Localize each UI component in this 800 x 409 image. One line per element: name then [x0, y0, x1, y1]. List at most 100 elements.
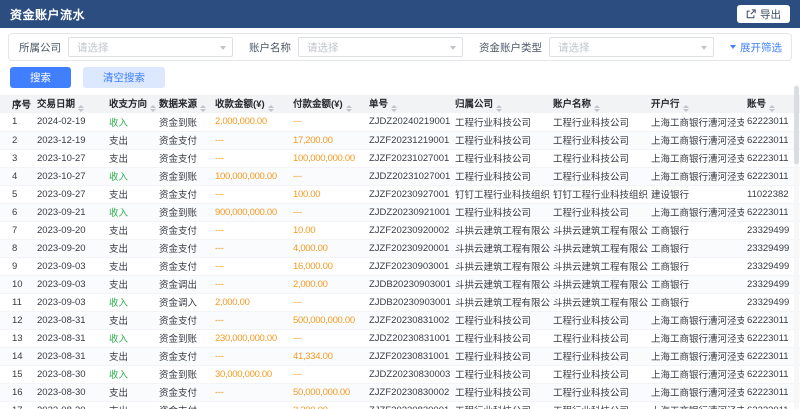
column-header-source[interactable]: 数据来源	[156, 95, 212, 113]
cell-account_no: 62223011	[744, 167, 800, 185]
cell-bank: 上海工商银行漕河泾支行	[648, 131, 744, 149]
column-header-payment[interactable]: 付款金额(¥)	[290, 95, 366, 113]
cell-company: 工程行业科技公司	[452, 149, 550, 167]
column-header-bank[interactable]: 开户行	[648, 95, 744, 113]
column-header-account_no[interactable]: 账号	[744, 95, 800, 113]
table-row: 152023-08-30收入资金到账30,000,000.00---ZJDZ20…	[0, 365, 800, 383]
cell-account_no: 62223011	[744, 203, 800, 221]
column-header-direction[interactable]: 收支方向	[106, 95, 156, 113]
cell-account_name: 工程行业科技公司	[550, 167, 648, 185]
cell-receipt: 2,000.00	[212, 293, 290, 311]
cell-order_no: ZJDZ20230830003	[366, 365, 452, 383]
clear-search-button[interactable]: 清空搜索	[83, 67, 165, 88]
sort-icon[interactable]	[683, 105, 689, 113]
export-button[interactable]: 导出	[737, 5, 790, 23]
cell-account_name: 工程行业科技公司	[550, 149, 648, 167]
company-select[interactable]: 请选择	[68, 37, 233, 57]
cell-payment: ---	[290, 293, 366, 311]
cell-payment: 100.00	[290, 185, 366, 203]
cell-date: 2023-08-30	[34, 365, 106, 383]
cell-account_no: 23329499	[744, 239, 800, 257]
sort-icon[interactable]	[346, 105, 352, 113]
cell-source: 资金支付	[156, 383, 212, 401]
table-row: 112023-09-03收入资金调入2,000.00---ZJDB2023090…	[0, 293, 800, 311]
column-header-account_name[interactable]: 账户名称	[550, 95, 648, 113]
cell-company: 工程行业科技公司	[452, 131, 550, 149]
cell-receipt: ---	[212, 149, 290, 167]
cell-order_no: ZJDZ20230921001	[366, 203, 452, 221]
cell-source: 资金支付	[156, 149, 212, 167]
table-row: 22023-12-19支出资金支付---17,200.00ZJZF2023121…	[0, 131, 800, 149]
sort-icon[interactable]	[391, 105, 397, 113]
account-name-select[interactable]: 请选择	[298, 37, 463, 57]
table-row: 122023-08-31支出资金支付---500,000,000.00ZJZF2…	[0, 311, 800, 329]
cell-account_name: 斗拱云建筑工程有限公司	[550, 275, 648, 293]
cell-receipt: 230,000,000.00	[212, 329, 290, 347]
column-header-receipt[interactable]: 收款金额(¥)	[212, 95, 290, 113]
cell-company: 工程行业科技公司	[452, 113, 550, 131]
cell-order_no: ZJZF20231219001	[366, 131, 452, 149]
cell-bank: 工商银行	[648, 239, 744, 257]
cell-payment: 500,000,000.00	[290, 311, 366, 329]
cell-order_no: ZJZF20230903001	[366, 257, 452, 275]
cell-order_no: ZJDB20230903001	[366, 293, 452, 311]
account-name-filter-label: 账户名称	[249, 40, 291, 55]
table-row: 72023-09-20支出资金支付---10.00ZJZF20230920002…	[0, 221, 800, 239]
cell-direction: 支出	[106, 311, 156, 329]
cell-direction: 支出	[106, 239, 156, 257]
cell-no: 16	[0, 383, 34, 401]
search-button[interactable]: 搜索	[10, 67, 71, 88]
account-type-select[interactable]: 请选择	[549, 37, 714, 57]
cell-company: 钉钉工程行业科技组织	[452, 185, 550, 203]
cell-order_no: ZJDB20230903001	[366, 275, 452, 293]
column-header-no: 序号	[0, 95, 34, 113]
cell-payment: ---	[290, 113, 366, 131]
vertical-scrollbar[interactable]	[794, 84, 799, 409]
cell-no: 9	[0, 257, 34, 275]
cell-receipt: ---	[212, 185, 290, 203]
cell-receipt: 30,000,000.00	[212, 365, 290, 383]
cell-company: 工程行业科技公司	[452, 383, 550, 401]
transactions-table: 序号交易日期收支方向数据来源收款金额(¥)付款金额(¥)单号归属公司账户名称开户…	[0, 95, 800, 409]
sort-icon[interactable]	[594, 105, 600, 113]
page-header: 资金账户流水 导出	[0, 0, 800, 28]
cell-bank: 工商银行	[648, 275, 744, 293]
cell-source: 资金到账	[156, 329, 212, 347]
cell-no: 11	[0, 293, 34, 311]
column-header-order_no[interactable]: 单号	[366, 95, 452, 113]
cell-direction: 收入	[106, 365, 156, 383]
cell-receipt: ---	[212, 347, 290, 365]
column-header-company[interactable]: 归属公司	[452, 95, 550, 113]
cell-company: 工程行业科技公司	[452, 347, 550, 365]
sort-icon[interactable]	[150, 105, 156, 113]
sort-icon[interactable]	[78, 105, 84, 113]
scrollbar-thumb[interactable]	[794, 86, 799, 164]
column-header-date[interactable]: 交易日期	[34, 95, 106, 113]
cell-date: 2023-09-03	[34, 257, 106, 275]
cell-no: 14	[0, 347, 34, 365]
cell-direction: 支出	[106, 131, 156, 149]
expand-filters-link[interactable]: 展开筛选	[730, 40, 782, 55]
cell-no: 2	[0, 131, 34, 149]
cell-date: 2023-09-27	[34, 185, 106, 203]
cell-account_name: 工程行业科技公司	[550, 329, 648, 347]
cell-date: 2023-09-20	[34, 221, 106, 239]
sort-icon[interactable]	[200, 105, 206, 113]
cell-receipt: ---	[212, 275, 290, 293]
cell-payment: 50,000,000.00	[290, 383, 366, 401]
cell-receipt: ---	[212, 311, 290, 329]
cell-payment: 41,334.00	[290, 347, 366, 365]
cell-bank: 上海工商银行漕河泾支行	[648, 113, 744, 131]
cell-account_no: 62223011	[744, 365, 800, 383]
sort-icon[interactable]	[769, 105, 775, 113]
cell-bank: 建设银行	[648, 185, 744, 203]
sort-icon[interactable]	[496, 105, 502, 113]
company-select-placeholder: 请选择	[77, 40, 109, 55]
cell-account_name: 钉钉工程行业科技组织	[550, 185, 648, 203]
export-button-label: 导出	[760, 7, 781, 22]
cell-bank: 上海工商银行漕河泾支行	[648, 149, 744, 167]
cell-order_no: ZJZF20230927001	[366, 185, 452, 203]
cell-no: 6	[0, 203, 34, 221]
cell-payment: 100,000,000.00	[290, 149, 366, 167]
sort-icon[interactable]	[268, 105, 274, 113]
